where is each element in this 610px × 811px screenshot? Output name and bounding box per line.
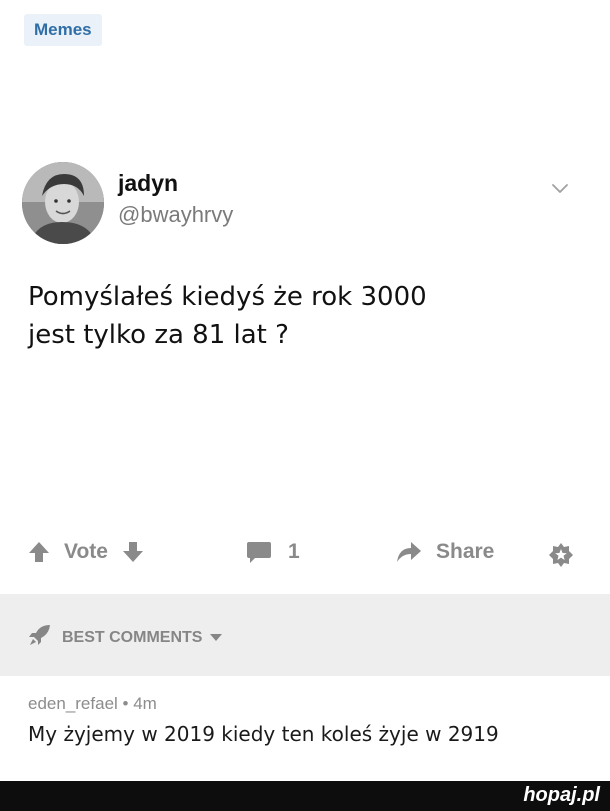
caret-down-icon <box>210 629 223 647</box>
comment-icon <box>246 540 272 564</box>
comment-author[interactable]: eden_refael <box>28 694 118 713</box>
category-tag[interactable]: Memes <box>24 14 102 46</box>
comment-count: 1 <box>288 540 300 563</box>
best-comments-label: BEST COMMENTS <box>62 628 203 646</box>
tweet-text-line-1: Pomyślałeś kiedyś że rok 3000 <box>28 282 427 312</box>
share-arrow-icon <box>396 541 422 563</box>
share-label: Share <box>436 540 495 563</box>
comments-section-header: BEST COMMENTS <box>0 594 610 676</box>
user-handle[interactable]: @bwayhrvy <box>118 202 233 228</box>
tweet-text: Pomyślałeś kiedyś że rok 3000 jest tylko… <box>28 278 568 354</box>
downvote-icon[interactable] <box>122 540 144 564</box>
vote-control: Vote <box>28 540 144 564</box>
tweet-text-line-2: jest tylko za 81 lat ? <box>28 320 289 350</box>
meta-separator: • <box>117 694 134 713</box>
action-bar: Vote 1 Share <box>0 530 610 580</box>
watermark-logo: hopaj.pl <box>523 784 600 806</box>
comment-item: eden_refael • 4m My żyjemy w 2019 kiedy … <box>28 694 588 746</box>
watermark-bar: hopaj.pl <box>0 781 610 811</box>
user-name[interactable]: jadyn <box>118 170 178 197</box>
rocket-icon <box>28 624 52 651</box>
avatar[interactable] <box>22 162 104 244</box>
comment-age: 4m <box>133 694 157 713</box>
share-button[interactable]: Share <box>396 540 494 564</box>
save-button[interactable] <box>548 542 574 568</box>
tweet-header: jadyn @bwayhrvy <box>22 162 588 246</box>
comment-meta: eden_refael • 4m <box>28 694 588 714</box>
comment-text: My żyjemy w 2019 kiedy ten koleś żyje w … <box>28 722 499 746</box>
upvote-icon[interactable] <box>28 540 50 564</box>
comments-button[interactable]: 1 <box>246 540 300 564</box>
star-badge-icon <box>548 542 574 568</box>
best-comments-sort[interactable]: BEST COMMENTS <box>28 624 223 651</box>
vote-label: Vote <box>64 540 108 563</box>
chevron-down-icon[interactable] <box>550 178 570 198</box>
